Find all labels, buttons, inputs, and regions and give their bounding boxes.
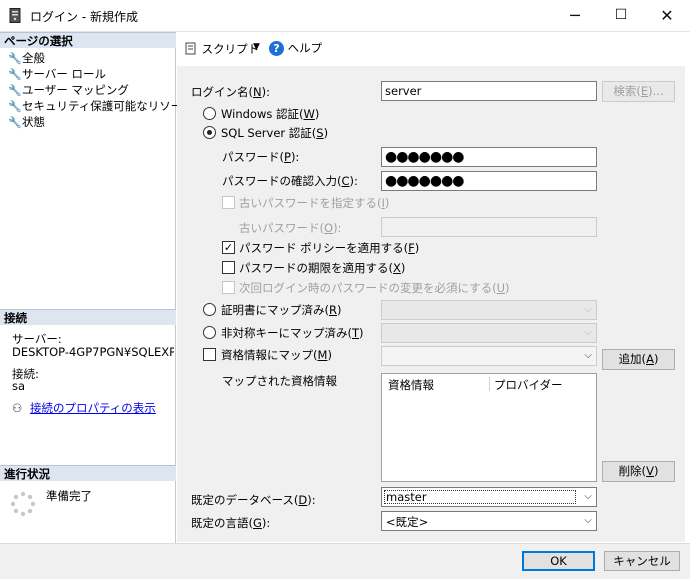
chevron-down-icon: ⌵ (584, 327, 592, 338)
nav-item-securables[interactable]: 🔧セキュリティ保護可能なリソース (8, 98, 193, 114)
mapped-credentials-label: マップされた資格情報 (222, 374, 337, 388)
window-title: ログイン - 新規作成 (30, 10, 138, 24)
view-connection-properties[interactable]: ⚇ 接続のプロパティの表示 (12, 400, 156, 416)
script-icon (185, 42, 196, 55)
old-password-check-label: 古いパスワードを指定する(I) (239, 196, 390, 210)
login-name-input[interactable]: server (381, 81, 597, 101)
windows-auth-radio[interactable] (203, 107, 216, 120)
connection-properties-icon: ⚇ (12, 401, 23, 415)
old-password-input[interactable] (381, 217, 597, 237)
column-header-provider[interactable]: プロバイダー (494, 377, 563, 393)
progress-status: 準備完了 (46, 489, 92, 503)
wrench-icon: 🔧 (8, 84, 22, 97)
sql-auth-radio[interactable] (203, 126, 216, 139)
column-header-credential[interactable]: 資格情報 (388, 377, 434, 393)
asymmetric-key-select[interactable]: ⌵ (381, 323, 597, 343)
mapped-credentials-list[interactable]: 資格情報 プロバイダー (381, 373, 597, 482)
close-button[interactable]: ✕ (644, 0, 690, 31)
add-button[interactable]: 追加(A) (602, 349, 675, 370)
map-credential-label: 資格情報にマップ(M) (221, 348, 332, 362)
login-name-label: ログイン名(N): (191, 85, 270, 99)
must-change-checkbox[interactable] (222, 281, 235, 294)
wrench-icon: 🔧 (8, 116, 22, 129)
nav-item-status[interactable]: 🔧状態 (8, 114, 45, 130)
script-button[interactable]: スクリプト (185, 41, 259, 57)
column-divider (489, 377, 490, 391)
sql-auth-label: SQL Server 認証(S) (221, 126, 329, 140)
wrench-icon: 🔧 (8, 52, 22, 65)
old-password-checkbox[interactable] (222, 196, 235, 209)
default-language-label: 既定の言語(G): (191, 516, 271, 530)
must-change-label: 次回ログイン時のパスワードの変更を必須にする(U) (239, 281, 510, 295)
enforce-expiration-label: パスワードの期限を適用する(X) (239, 261, 406, 275)
wrench-icon: 🔧 (8, 68, 22, 81)
server-icon (9, 8, 21, 23)
maximize-button[interactable]: ☐ (598, 0, 644, 31)
asymmetric-key-label: 非対称キーにマップ済み(T) (221, 326, 364, 340)
connection-value: sa (12, 379, 26, 393)
confirm-password-label: パスワードの確認入力(C): (222, 174, 358, 188)
old-password-label: 古いパスワード(O): (239, 221, 342, 235)
default-database-label: 既定のデータベース(D): (191, 493, 316, 507)
password-label: パスワード(P): (222, 150, 300, 164)
page-select-header: ページの選択 (0, 32, 176, 48)
wrench-icon: 🔧 (8, 100, 22, 113)
server-value: DESKTOP-4GP7PGN¥SQLEXPR (12, 345, 174, 359)
confirm-password-input[interactable]: ●●●●●●● (381, 171, 597, 191)
default-database-select[interactable]: master ⌵ (381, 487, 597, 507)
password-input[interactable]: ●●●●●●● (381, 147, 597, 167)
asymmetric-key-radio[interactable] (203, 326, 216, 339)
chevron-down-icon: ⌵ (584, 515, 592, 526)
search-button[interactable]: 検索(E)... (602, 81, 675, 102)
default-database-value: master (384, 490, 576, 504)
help-button[interactable]: ? ヘルプ (269, 40, 322, 56)
minimize-button[interactable]: ─ (552, 0, 598, 31)
delete-button[interactable]: 削除(V) (602, 461, 675, 482)
nav-item-user-mapping[interactable]: 🔧ユーザー マッピング (8, 82, 129, 98)
enforce-policy-checkbox[interactable]: ✓ (222, 241, 235, 254)
chevron-down-icon: ⌵ (584, 491, 592, 502)
progress-spinner-icon (10, 491, 36, 517)
nav-item-server-roles[interactable]: 🔧サーバー ロール (8, 66, 106, 82)
certificate-label: 証明書にマップ済み(R) (221, 303, 342, 317)
script-dropdown-icon[interactable]: ▼ (253, 42, 260, 52)
title-bar: ログイン - 新規作成 ─ ☐ ✕ (0, 0, 690, 32)
certificate-radio[interactable] (203, 303, 216, 316)
default-language-value: <既定> (386, 515, 429, 529)
certificate-select[interactable]: ⌵ (381, 300, 597, 320)
chevron-down-icon: ⌵ (584, 304, 592, 315)
help-icon: ? (269, 41, 284, 56)
enforce-expiration-checkbox[interactable] (222, 261, 235, 274)
enforce-policy-label: パスワード ポリシーを適用する(F) (239, 241, 420, 255)
ok-button[interactable]: OK (522, 551, 595, 571)
chevron-down-icon: ⌵ (584, 350, 592, 361)
windows-auth-label: Windows 認証(W) (221, 107, 320, 121)
default-language-select[interactable]: <既定> ⌵ (381, 511, 597, 531)
cancel-button[interactable]: キャンセル (604, 551, 680, 571)
progress-header: 進行状況 (0, 465, 176, 481)
connection-header: 接続 (0, 309, 176, 325)
toolbar: スクリプト ▼ ? ヘルプ (177, 32, 690, 63)
nav-item-general[interactable]: 🔧全般 (8, 50, 45, 66)
credential-select[interactable]: ⌵ (381, 346, 597, 366)
map-credential-checkbox[interactable] (203, 348, 216, 361)
